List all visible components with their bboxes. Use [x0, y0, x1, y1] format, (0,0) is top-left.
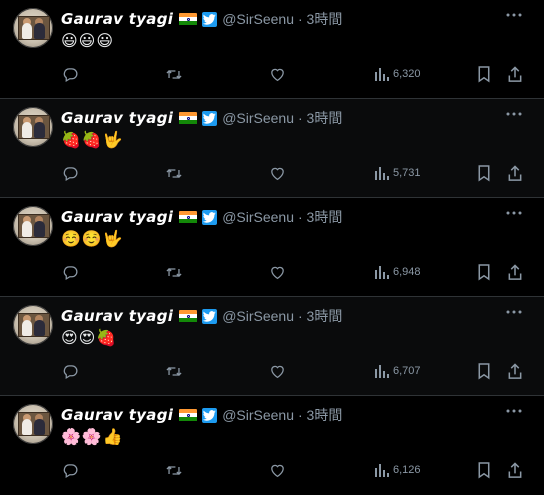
views-button[interactable]: 6,948 [374, 262, 421, 282]
tweet-text: 🌸🌸👍 [61, 429, 124, 446]
views-count: 6,948 [393, 266, 421, 278]
avatar[interactable] [13, 305, 53, 345]
tweet-header: Gaurav tyagi @SirSeenu · 3時間 [61, 405, 342, 425]
tweet-text: 🍓🍓🤟 [61, 132, 124, 149]
views-button[interactable]: 6,320 [374, 64, 421, 84]
india-flag-icon [179, 408, 198, 422]
like-icon[interactable] [269, 64, 286, 84]
avatar[interactable] [13, 206, 53, 246]
tweet-timestamp[interactable]: · 3時間 [298, 9, 342, 29]
reply-icon[interactable] [62, 361, 79, 381]
views-icon [374, 462, 390, 478]
more-icon[interactable] [504, 8, 524, 22]
tweet-header: Gaurav tyagi @SirSeenu · 3時間 [61, 207, 342, 227]
views-icon [374, 66, 390, 82]
tweet-actions: 5,731 [0, 163, 544, 183]
retweet-icon[interactable] [165, 64, 183, 84]
tweet[interactable]: Gaurav tyagi @SirSeenu · 3時間 😃😃😃 6,320 [0, 0, 544, 99]
reply-icon[interactable] [62, 460, 79, 480]
retweet-icon[interactable] [165, 163, 183, 183]
verified-badge-icon [202, 209, 218, 225]
verified-badge-icon [202, 308, 218, 324]
avatar[interactable] [13, 107, 53, 147]
views-icon [374, 165, 390, 181]
avatar[interactable] [13, 404, 53, 444]
author-name[interactable]: Gaurav tyagi [61, 307, 173, 325]
views-button[interactable]: 6,707 [374, 361, 421, 381]
tweet-timestamp[interactable]: · 3時間 [298, 405, 342, 425]
author-handle[interactable]: @SirSeenu [222, 407, 294, 423]
india-flag-icon [179, 309, 198, 323]
verified-badge-icon [202, 110, 218, 126]
more-icon[interactable] [504, 305, 524, 319]
tweet-text: 😃😃😃 [61, 33, 115, 50]
tweet[interactable]: Gaurav tyagi @SirSeenu · 3時間 🍓🍓🤟 5,731 [0, 99, 544, 198]
more-icon[interactable] [504, 107, 524, 121]
tweet-actions: 6,320 [0, 64, 544, 84]
reply-icon[interactable] [62, 262, 79, 282]
author-name[interactable]: Gaurav tyagi [61, 208, 173, 226]
avatar[interactable] [13, 8, 53, 48]
author-name[interactable]: Gaurav tyagi [61, 10, 173, 28]
bookmark-icon[interactable] [477, 262, 491, 282]
views-count: 5,731 [393, 167, 421, 179]
bookmark-icon[interactable] [477, 163, 491, 183]
india-flag-icon [179, 210, 198, 224]
tweet-text: ☺️☺️🤟 [61, 231, 124, 248]
views-button[interactable]: 5,731 [374, 163, 421, 183]
author-handle[interactable]: @SirSeenu [222, 11, 294, 27]
tweet[interactable]: Gaurav tyagi @SirSeenu · 3時間 😍😍🍓 6,707 [0, 297, 544, 396]
bookmark-icon[interactable] [477, 64, 491, 84]
author-name[interactable]: Gaurav tyagi [61, 406, 173, 424]
tweet-header: Gaurav tyagi @SirSeenu · 3時間 [61, 9, 342, 29]
tweet[interactable]: Gaurav tyagi @SirSeenu · 3時間 ☺️☺️🤟 6,948 [0, 198, 544, 297]
views-icon [374, 264, 390, 280]
share-icon[interactable] [507, 64, 523, 84]
tweet-actions: 6,707 [0, 361, 544, 381]
share-icon[interactable] [507, 262, 523, 282]
tweet-timestamp[interactable]: · 3時間 [298, 306, 342, 326]
views-count: 6,126 [393, 464, 421, 476]
tweet-actions: 6,126 [0, 460, 544, 480]
author-name[interactable]: Gaurav tyagi [61, 109, 173, 127]
tweet[interactable]: Gaurav tyagi @SirSeenu · 3時間 🌸🌸👍 6,126 [0, 396, 544, 495]
bookmark-icon[interactable] [477, 361, 491, 381]
more-icon[interactable] [504, 404, 524, 418]
india-flag-icon [179, 111, 198, 125]
retweet-icon[interactable] [165, 262, 183, 282]
views-count: 6,320 [393, 68, 421, 80]
bookmark-icon[interactable] [477, 460, 491, 480]
more-icon[interactable] [504, 206, 524, 220]
like-icon[interactable] [269, 460, 286, 480]
verified-badge-icon [202, 11, 218, 27]
author-handle[interactable]: @SirSeenu [222, 308, 294, 324]
tweet-timestamp[interactable]: · 3時間 [298, 207, 342, 227]
share-icon[interactable] [507, 163, 523, 183]
share-icon[interactable] [507, 460, 523, 480]
tweet-header: Gaurav tyagi @SirSeenu · 3時間 [61, 306, 342, 326]
reply-icon[interactable] [62, 163, 79, 183]
views-icon [374, 363, 390, 379]
verified-badge-icon [202, 407, 218, 423]
views-button[interactable]: 6,126 [374, 460, 421, 480]
like-icon[interactable] [269, 163, 286, 183]
india-flag-icon [179, 12, 198, 26]
tweet-feed: Gaurav tyagi @SirSeenu · 3時間 😃😃😃 6,320 G… [0, 0, 544, 495]
tweet-actions: 6,948 [0, 262, 544, 282]
tweet-text: 😍😍🍓 [61, 330, 118, 347]
tweet-timestamp[interactable]: · 3時間 [298, 108, 342, 128]
views-count: 6,707 [393, 365, 421, 377]
like-icon[interactable] [269, 361, 286, 381]
retweet-icon[interactable] [165, 361, 183, 381]
author-handle[interactable]: @SirSeenu [222, 209, 294, 225]
retweet-icon[interactable] [165, 460, 183, 480]
tweet-header: Gaurav tyagi @SirSeenu · 3時間 [61, 108, 342, 128]
reply-icon[interactable] [62, 64, 79, 84]
share-icon[interactable] [507, 361, 523, 381]
like-icon[interactable] [269, 262, 286, 282]
author-handle[interactable]: @SirSeenu [222, 110, 294, 126]
